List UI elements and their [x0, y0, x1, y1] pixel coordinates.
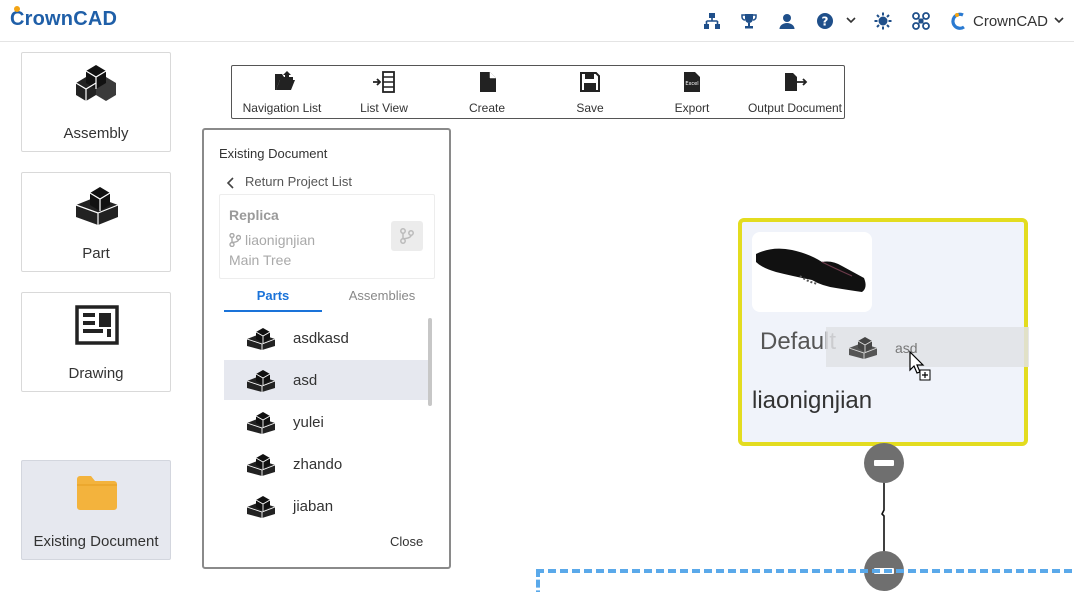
- part-icon: [246, 412, 276, 434]
- part-name: zhando: [293, 456, 343, 473]
- node-configuration: Default: [760, 328, 837, 355]
- branch-icon: [400, 228, 414, 244]
- project-name: Replica: [229, 207, 279, 223]
- collapse-node-button[interactable]: [864, 443, 904, 483]
- user-icon[interactable]: [778, 12, 796, 30]
- output-document-icon: [785, 73, 808, 91]
- save-icon: [580, 72, 600, 92]
- nav-existing-document[interactable]: Existing Document: [21, 460, 171, 560]
- top-bar: CrownCAD ? CrownCAD: [0, 0, 1074, 42]
- project-card[interactable]: Replica liaonignjian Main Tree: [219, 194, 435, 279]
- nav-label: Part: [82, 245, 110, 262]
- part-icon: [246, 496, 276, 518]
- output-document-button[interactable]: Output Document: [746, 66, 844, 118]
- part-icon: [75, 187, 119, 225]
- create-button[interactable]: Create: [447, 66, 527, 118]
- part-name: asd: [293, 372, 318, 389]
- svg-text:Excel: Excel: [685, 81, 698, 87]
- part-icon: [246, 370, 276, 392]
- node-name: liaonignjian: [752, 387, 873, 414]
- existing-document-panel: Existing Document Return Project List Re…: [202, 128, 451, 569]
- project-branch: Main Tree: [229, 252, 292, 268]
- trophy-icon[interactable]: [740, 12, 758, 30]
- part-name: yulei: [293, 414, 324, 431]
- logo-text: CrownCAD: [10, 8, 118, 30]
- tab-assemblies[interactable]: Assemblies: [334, 288, 430, 312]
- part-icon: [848, 337, 878, 359]
- folder-open-icon: [275, 71, 295, 90]
- part-name: jiaban: [293, 498, 334, 515]
- part-thumbnail-image: [756, 248, 866, 292]
- document-toolbar: Navigation List List View Create Save Ex…: [231, 65, 845, 119]
- close-button[interactable]: Close: [390, 534, 423, 549]
- nav-label: Drawing: [68, 365, 124, 382]
- excel-icon: Excel: [684, 72, 700, 92]
- document-icon: [480, 72, 496, 92]
- svg-text:?: ?: [822, 15, 829, 29]
- settings-icon[interactable]: [874, 12, 892, 30]
- document-type-tabs: Parts Assemblies: [224, 288, 434, 312]
- part-name: asdkasd: [293, 330, 349, 347]
- nav-drawing[interactable]: Drawing: [21, 292, 171, 392]
- export-button[interactable]: Excel Export: [652, 66, 732, 118]
- save-button[interactable]: Save: [550, 66, 630, 118]
- chevron-down-icon[interactable]: [846, 15, 856, 25]
- part-icon: [246, 454, 276, 476]
- drawing-icon: [75, 305, 119, 345]
- navigation-list-button[interactable]: Navigation List: [236, 66, 328, 118]
- list-item[interactable]: asdkasd: [224, 318, 428, 358]
- list-item[interactable]: zhando: [224, 444, 428, 484]
- part-icon: [246, 328, 276, 350]
- chevron-left-icon: [226, 177, 234, 189]
- nav-label: Existing Document: [33, 533, 159, 550]
- user-name[interactable]: CrownCAD: [973, 13, 1048, 30]
- list-view-icon: [373, 71, 395, 93]
- branch-icon: [229, 233, 241, 247]
- nav-assembly[interactable]: Assembly: [21, 52, 171, 152]
- folder-icon: [77, 476, 117, 510]
- branch-button[interactable]: [391, 221, 423, 251]
- connector-line: [881, 482, 885, 558]
- help-icon[interactable]: ?: [816, 12, 834, 30]
- list-item[interactable]: jiaban: [224, 486, 428, 523]
- child-node-placeholder: [536, 569, 1074, 592]
- panel-title: Existing Document: [219, 146, 328, 161]
- assembly-icon: [75, 65, 116, 101]
- part-thumbnail: [752, 232, 872, 312]
- list-item[interactable]: yulei: [224, 402, 428, 442]
- parts-list: asdkasd asd yulei zhando jiaban: [224, 318, 430, 523]
- list-item[interactable]: asd: [224, 360, 428, 400]
- nav-part[interactable]: Part: [21, 172, 171, 272]
- parts-list-scrollbar[interactable]: [428, 318, 432, 406]
- crowncad-logo[interactable]: CrownCAD: [10, 6, 118, 31]
- copy-cursor-icon: [909, 350, 931, 381]
- apps-icon[interactable]: [912, 12, 930, 30]
- logo-dot: [14, 6, 20, 12]
- tab-parts[interactable]: Parts: [224, 288, 322, 312]
- chevron-down-icon[interactable]: [1054, 15, 1064, 25]
- project-owner: liaonignjian: [245, 232, 316, 248]
- return-label: Return Project List: [245, 174, 352, 189]
- nav-label: Assembly: [63, 125, 129, 142]
- org-chart-icon[interactable]: [703, 12, 721, 30]
- list-view-button[interactable]: List View: [342, 66, 426, 118]
- crown-logo-icon: [951, 12, 965, 30]
